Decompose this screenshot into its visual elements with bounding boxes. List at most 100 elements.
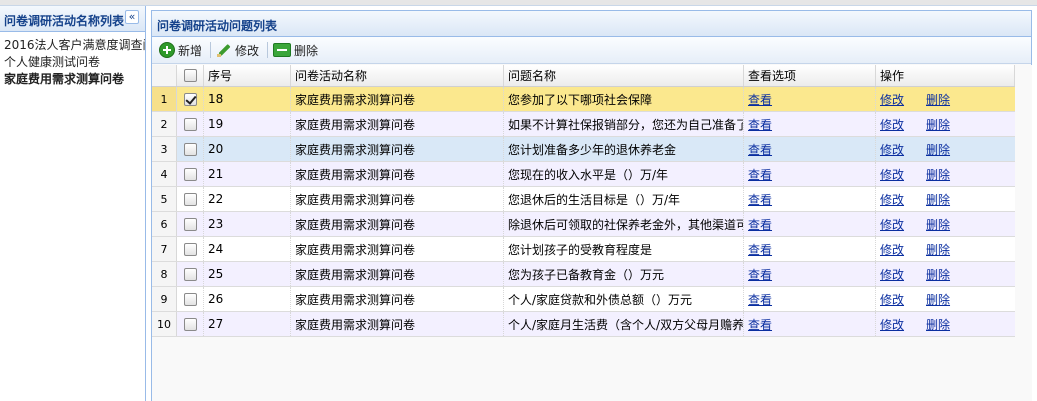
view-options-cell: 查看 <box>744 237 876 261</box>
row-checkbox[interactable] <box>183 217 197 231</box>
delete-link[interactable]: 删除 <box>926 266 950 283</box>
grid-scroll-area <box>1015 65 1032 401</box>
row-number: 2 <box>152 112 177 136</box>
row-checkbox[interactable] <box>183 142 197 156</box>
edit-link[interactable]: 修改 <box>880 216 904 233</box>
select-all-cell[interactable] <box>177 65 204 86</box>
row-checkbox[interactable] <box>183 317 197 331</box>
row-checkbox[interactable] <box>183 192 197 206</box>
row-number: 1 <box>152 87 177 111</box>
view-options-cell: 查看 <box>744 187 876 211</box>
column-header-ops[interactable]: 操作 <box>876 65 1015 86</box>
table-row[interactable]: 9 26 家庭费用需求测算问卷 个人/家庭贷款和外债总额（）万元 查看 修改 删除 <box>152 287 1015 312</box>
delete-link[interactable]: 删除 <box>926 291 950 308</box>
row-checkbox-cell[interactable] <box>177 137 204 161</box>
delete-link[interactable]: 删除 <box>926 216 950 233</box>
table-row[interactable]: 5 22 家庭费用需求测算问卷 您退休后的生活目标是（）万/年 查看 修改 删除 <box>152 187 1015 212</box>
table-row[interactable]: 4 21 家庭费用需求测算问卷 您现在的收入水平是（）万/年 查看 修改 删除 <box>152 162 1015 187</box>
row-checkbox-cell[interactable] <box>177 87 204 111</box>
edit-link[interactable]: 修改 <box>880 241 904 258</box>
activity-list-panel: 问卷调研活动名称列表 « 2016法人客户满意度调查问卷 个人健康测试问卷 家庭… <box>0 6 146 401</box>
row-checkbox-cell[interactable] <box>177 287 204 311</box>
row-checkbox[interactable] <box>183 117 197 131</box>
row-number: 4 <box>152 162 177 186</box>
activity-item-selected[interactable]: 家庭费用需求测算问卷 <box>0 71 145 88</box>
select-all-checkbox[interactable] <box>183 69 197 82</box>
activity-name: 家庭费用需求测算问卷 <box>291 312 504 336</box>
activity-item[interactable]: 2016法人客户满意度调查问卷 <box>0 37 145 54</box>
delete-link[interactable]: 删除 <box>926 191 950 208</box>
row-checkbox-cell[interactable] <box>177 212 204 236</box>
delete-link[interactable]: 删除 <box>926 316 950 333</box>
edit-link[interactable]: 修改 <box>880 266 904 283</box>
view-options-link[interactable]: 查看 <box>748 116 772 133</box>
activity-list-header: 问卷调研活动名称列表 « <box>0 6 145 32</box>
view-options-link[interactable]: 查看 <box>748 291 772 308</box>
table-row[interactable]: 2 19 家庭费用需求测算问卷 如果不计算社保报销部分，您还为自己准备了 查看 修改 删除 <box>152 112 1015 137</box>
edit-link[interactable]: 修改 <box>880 191 904 208</box>
view-options-link[interactable]: 查看 <box>748 141 772 158</box>
row-checkbox-cell[interactable] <box>177 187 204 211</box>
row-checkbox[interactable] <box>183 92 197 106</box>
table-row[interactable]: 3 20 家庭费用需求测算问卷 您计划准备多少年的退休养老金 查看 修改 删除 <box>152 137 1015 162</box>
view-options-link[interactable]: 查看 <box>748 241 772 258</box>
question-name: 个人/家庭贷款和外债总额（）万元 <box>504 287 744 311</box>
row-checkbox[interactable] <box>183 242 197 256</box>
delete-button[interactable]: 删除 <box>270 39 324 61</box>
question-name: 除退休后可领取的社保养老金外，其他渠道可 <box>504 212 744 236</box>
question-id: 26 <box>204 287 291 311</box>
view-options-link[interactable]: 查看 <box>748 266 772 283</box>
row-checkbox-cell[interactable] <box>177 312 204 336</box>
question-name: 您现在的收入水平是（）万/年 <box>504 162 744 186</box>
column-header-activity[interactable]: 问卷活动名称 <box>291 65 504 86</box>
table-row[interactable]: 1 18 家庭费用需求测算问卷 您参加了以下哪项社会保障 查看 修改 删除 <box>152 87 1015 112</box>
row-number: 8 <box>152 262 177 286</box>
operations-cell: 修改 删除 <box>876 312 1015 336</box>
edit-link[interactable]: 修改 <box>880 166 904 183</box>
row-checkbox[interactable] <box>183 292 197 306</box>
row-number: 6 <box>152 212 177 236</box>
row-checkbox-cell[interactable] <box>177 112 204 136</box>
delete-link[interactable]: 删除 <box>926 141 950 158</box>
activity-item[interactable]: 个人健康测试问卷 <box>0 54 145 71</box>
view-options-link[interactable]: 查看 <box>748 216 772 233</box>
delete-link[interactable]: 删除 <box>926 166 950 183</box>
row-checkbox-cell[interactable] <box>177 162 204 186</box>
edit-link[interactable]: 修改 <box>880 141 904 158</box>
question-id: 21 <box>204 162 291 186</box>
delete-link[interactable]: 删除 <box>926 91 950 108</box>
column-header-view[interactable]: 查看选项 <box>744 65 876 86</box>
collapse-icon[interactable]: « <box>125 10 139 24</box>
add-button[interactable]: 新增 <box>156 39 208 61</box>
question-id: 22 <box>204 187 291 211</box>
question-id: 25 <box>204 262 291 286</box>
question-name: 您计划孩子的受教育程度是 <box>504 237 744 261</box>
table-row[interactable]: 6 23 家庭费用需求测算问卷 除退休后可领取的社保养老金外，其他渠道可 查看 修改 删除 <box>152 212 1015 237</box>
view-options-cell: 查看 <box>744 287 876 311</box>
edit-button[interactable]: 修改 <box>213 39 265 61</box>
row-checkbox-cell[interactable] <box>177 262 204 286</box>
question-name: 您退休后的生活目标是（）万/年 <box>504 187 744 211</box>
edit-link[interactable]: 修改 <box>880 291 904 308</box>
question-name: 个人/家庭月生活费（含个人/双方父母月赡养 <box>504 312 744 336</box>
row-checkbox[interactable] <box>183 167 197 181</box>
column-header-question[interactable]: 问题名称 <box>504 65 744 86</box>
activity-name: 家庭费用需求测算问卷 <box>291 237 504 261</box>
view-options-link[interactable]: 查看 <box>748 166 772 183</box>
delete-link[interactable]: 删除 <box>926 241 950 258</box>
question-id: 19 <box>204 112 291 136</box>
table-row[interactable]: 10 27 家庭费用需求测算问卷 个人/家庭月生活费（含个人/双方父母月赡养 查看 修改 删… <box>152 312 1015 337</box>
row-checkbox-cell[interactable] <box>177 237 204 261</box>
column-header-id[interactable]: 序号 <box>204 65 291 86</box>
view-options-link[interactable]: 查看 <box>748 191 772 208</box>
grid-header-row: 序号 问卷活动名称 问题名称 查看选项 操作 <box>152 65 1015 87</box>
view-options-link[interactable]: 查看 <box>748 91 772 108</box>
row-checkbox[interactable] <box>183 267 197 281</box>
table-row[interactable]: 7 24 家庭费用需求测算问卷 您计划孩子的受教育程度是 查看 修改 删除 <box>152 237 1015 262</box>
edit-link[interactable]: 修改 <box>880 116 904 133</box>
edit-link[interactable]: 修改 <box>880 316 904 333</box>
delete-link[interactable]: 删除 <box>926 116 950 133</box>
view-options-link[interactable]: 查看 <box>748 316 772 333</box>
table-row[interactable]: 8 25 家庭费用需求测算问卷 您为孩子已备教育金（）万元 查看 修改 删除 <box>152 262 1015 287</box>
edit-link[interactable]: 修改 <box>880 91 904 108</box>
